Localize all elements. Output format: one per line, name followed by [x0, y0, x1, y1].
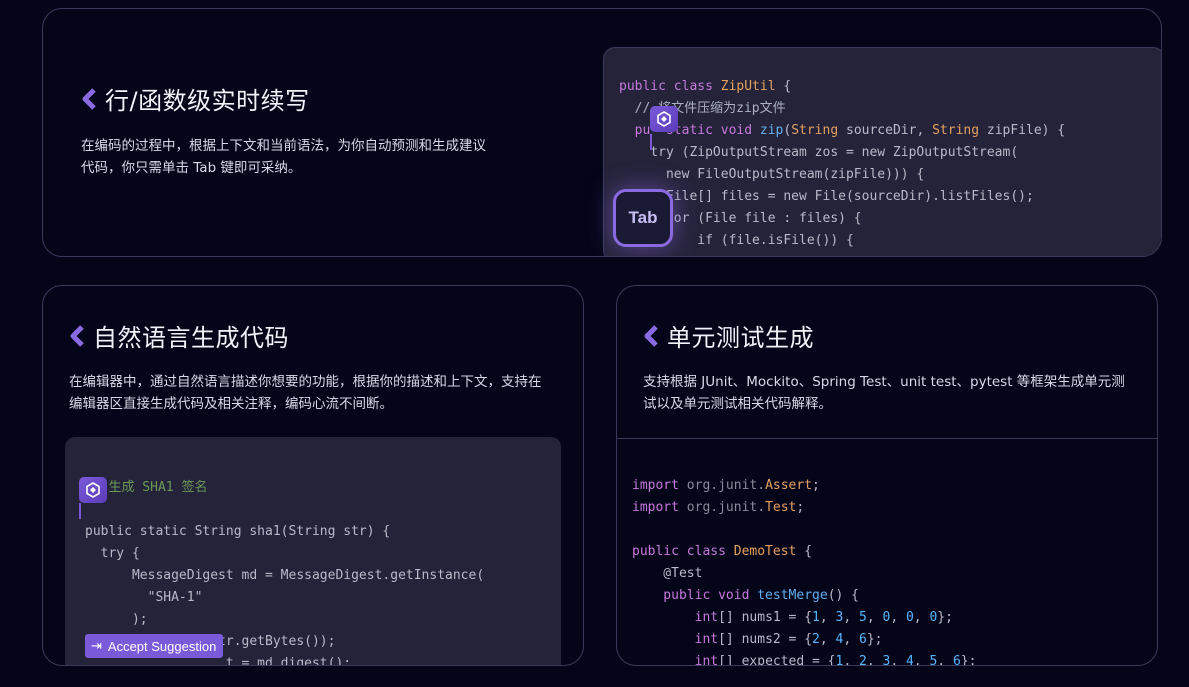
description-line: 在编辑器中，通过自然语言描述你想要的功能，根据你的描述和上下文，支持在 — [69, 374, 542, 390]
number-literal: 3 — [882, 654, 891, 666]
code-line: import org.junit.Test; — [632, 500, 805, 515]
title-text: 单元测试生成 — [667, 324, 814, 352]
code-line: public void testMerge() { — [632, 588, 859, 603]
chevron-left-icon — [82, 87, 96, 110]
number-literal: 6 — [952, 654, 961, 666]
number-literal: 4 — [835, 632, 844, 647]
number-literal: 3 — [835, 610, 844, 625]
card-title: 自然语言生成代码 — [69, 318, 289, 353]
code-editor-panel: public class ZipUtil { // 将文件压缩为zip文件 pu… — [603, 47, 1161, 256]
code-editor-panel: import org.junit.Assert; import org.junit… — [632, 453, 977, 666]
tab-key-label: Tab — [628, 208, 658, 227]
code-line: int[] nums2 = {2, 4, 6}; — [694, 632, 883, 647]
divider — [617, 438, 1157, 439]
accept-suggestion-button[interactable]: ⇥ Accept Suggestion — [85, 634, 223, 658]
code-line: MessageDigest md = MessageDigest.getInst… — [85, 568, 485, 583]
card-description: 支持根据 JUnit、Mockito、Spring Test、unit test… — [643, 371, 1125, 415]
natural-language-card: 自然语言生成代码 在编辑器中，通过自然语言描述你想要的功能，根据你的描述和上下文… — [42, 285, 584, 666]
chevron-left-icon — [644, 324, 658, 347]
card-title: 单元测试生成 — [643, 318, 814, 353]
description-line: 支持根据 JUnit、Mockito、Spring Test、unit test… — [643, 374, 1125, 390]
unit-test-card: 单元测试生成 支持根据 JUnit、Mockito、Spring Test、un… — [616, 285, 1158, 666]
code-comment: // 将文件压缩为zip文件 — [619, 101, 786, 116]
description-line: 在编码的过程中，根据上下文和当前语法，为你自动预测和生成建议 — [81, 138, 486, 154]
code-line: @Test — [632, 566, 703, 581]
code-line: import org.junit.Assert; — [632, 478, 820, 493]
code-line: ); — [85, 612, 148, 627]
chevron-left-icon — [70, 324, 84, 347]
code-line: pu static void zip(String sourceDir, Str… — [619, 123, 1066, 138]
code-line: int[] nums1 = {1, 3, 5, 0, 0, 0}; — [694, 610, 953, 625]
description-line: 试以及单元测试相关代码解释。 — [643, 396, 832, 412]
code-line: try { — [85, 546, 140, 561]
code-line: try (ZipOutputStream zos = new ZipOutput… — [619, 145, 1019, 160]
tab-arrow-icon: ⇥ — [91, 638, 102, 653]
number-literal: 2 — [859, 654, 867, 666]
card-title: 行/函数级实时续写 — [81, 81, 310, 116]
code-line: public static String sha1(String str) { — [85, 524, 391, 539]
title-text: 行/函数级实时续写 — [105, 87, 310, 115]
number-literal: 5 — [929, 654, 938, 666]
code-comment: // 生成 SHA1 签名 — [85, 480, 208, 495]
ai-logo-icon — [86, 482, 100, 498]
number-literal: 0 — [905, 610, 914, 625]
code-line: int[] expected = {1, 2, 3, 4, 5, 6}; — [632, 651, 977, 666]
ai-assistant-icon[interactable] — [79, 477, 107, 503]
code-line: new FileOutputStream(zipFile))) { — [619, 167, 925, 182]
code-line: "SHA-1" — [85, 590, 203, 605]
ai-assistant-icon[interactable] — [650, 106, 678, 132]
description-line: 代码，你只需单击 Tab 键即可采纳。 — [81, 160, 302, 176]
text-caret — [650, 134, 652, 150]
number-literal: 0 — [882, 610, 891, 625]
number-literal: 1 — [835, 654, 844, 666]
number-literal: 1 — [812, 610, 820, 625]
card-description: 在编辑器中，通过自然语言描述你想要的功能，根据你的描述和上下文，支持在 编辑器区… — [69, 371, 542, 415]
accept-suggestion-label: Accept Suggestion — [107, 638, 217, 654]
number-literal: 5 — [859, 610, 867, 625]
number-literal: 2 — [812, 632, 820, 647]
text-caret — [79, 503, 81, 519]
code-editor-panel: // 生成 SHA1 签名 public static String sha1(… — [65, 437, 561, 665]
number-literal: 4 — [905, 654, 914, 666]
code-line: File[] files = new File(sourceDir).listF… — [619, 189, 1034, 204]
code-line: for (File file : files) { — [619, 211, 862, 226]
number-literal: 6 — [859, 632, 867, 647]
description-line: 编辑器区直接生成代码及相关注释，编码心流不间断。 — [69, 396, 393, 412]
code-line: public class ZipUtil { — [619, 79, 792, 94]
code-line: if (file.isFile()) { — [619, 233, 854, 248]
title-text: 自然语言生成代码 — [93, 324, 289, 352]
card-description: 在编码的过程中，根据上下文和当前语法，为你自动预测和生成建议 代码，你只需单击 … — [81, 135, 486, 179]
inline-completion-card: 行/函数级实时续写 在编码的过程中，根据上下文和当前语法，为你自动预测和生成建议… — [42, 8, 1162, 257]
ai-logo-icon — [657, 111, 671, 127]
tab-key-icon: Tab — [613, 189, 673, 247]
code-line: public class DemoTest { — [632, 544, 813, 559]
